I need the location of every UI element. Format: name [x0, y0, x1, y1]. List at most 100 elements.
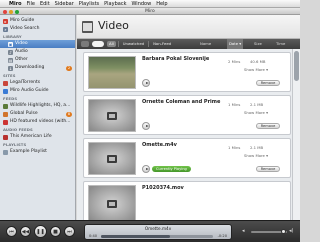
sort-name[interactable]: Name [200, 39, 211, 49]
stop-button[interactable]: ■ [50, 226, 61, 237]
sidebar-item-example-playlist[interactable]: Example Playlist [0, 148, 75, 156]
video-header: Video [77, 15, 300, 39]
sidebar-item-label: Downloading [15, 65, 45, 70]
play-button[interactable] [142, 79, 150, 87]
filter-all[interactable]: All [107, 41, 116, 47]
sidebar-item-video-search[interactable]: ⌕ Video Search [0, 25, 75, 33]
download-icon: ↓ [8, 65, 13, 71]
sidebar-item-audio[interactable]: ♪ Audio [0, 48, 75, 56]
remove-button[interactable]: Remove [256, 80, 280, 86]
video-list-scrollbar[interactable] [292, 49, 300, 220]
filter-divider [117, 41, 119, 47]
film-icon [107, 200, 117, 208]
volume-knob[interactable] [280, 229, 286, 234]
show-more-label: Show More [244, 110, 265, 115]
video-title[interactable]: P1020374.mov [142, 185, 184, 191]
main-content: Video All Unwatched Non-Feed Name Date ▾… [77, 15, 300, 220]
filter-unwatched[interactable]: Unwatched [121, 41, 146, 47]
playlists-heading: PLAYLISTS [3, 142, 27, 147]
sidebar-item-label: Other [15, 57, 28, 62]
volume-high-icon: ◂) [289, 228, 294, 234]
video-thumbnail[interactable] [88, 56, 136, 89]
video-title[interactable]: Omette.m4v [142, 142, 177, 148]
play-button[interactable] [142, 165, 150, 173]
sidebar-item-label: This American Life [10, 134, 52, 139]
previous-icon: ⏮ [9, 229, 14, 235]
sidebar-item-downloading[interactable]: ↓ Downloading 2 [0, 64, 75, 72]
video-item[interactable]: P1020374.mov [83, 181, 291, 220]
sidebar-item-legaltorrents[interactable]: LegalTorrents [0, 79, 75, 87]
video-thumbnail[interactable] [88, 99, 136, 132]
video-item[interactable]: Omette.m4v 1 Mins 2.1 MB Show More ▾ Cur… [83, 138, 291, 178]
remove-button[interactable]: Remove [256, 123, 280, 129]
sites-heading: SITES [3, 73, 16, 78]
global-pulse-count-badge: 8 [66, 111, 72, 117]
show-more-link[interactable]: Show More ▾ [244, 67, 268, 72]
menu-bar: Miro File Edit Sidebar Playlists Playbac… [0, 0, 300, 8]
zoom-window-button[interactable] [15, 9, 19, 14]
sidebar-item-video[interactable]: ▣ Video [0, 40, 75, 48]
minimize-window-button[interactable] [9, 9, 13, 14]
previous-button[interactable]: ⏮ [6, 226, 17, 237]
sidebar-item-label: Video [15, 41, 28, 46]
sidebar-item-this-american-life[interactable]: This American Life [0, 133, 75, 141]
scrollbar-thumb[interactable] [294, 51, 299, 81]
close-window-button[interactable] [3, 9, 7, 14]
menu-sidebar[interactable]: Sidebar [55, 1, 74, 7]
video-thumbnail[interactable] [88, 185, 136, 220]
audio-feeds-heading: AUDIO FEEDS [3, 127, 33, 132]
video-size: 2.1 MB [250, 145, 264, 150]
rewind-button[interactable]: ◀◀ [20, 226, 31, 237]
show-more-link[interactable]: Show More ▾ [244, 153, 268, 158]
filter-toolbar: All Unwatched Non-Feed Name Date ▾ Size … [77, 39, 300, 49]
sidebar-item-miro-guide[interactable]: ▸ Miro Guide [0, 17, 75, 25]
video-thumbnail[interactable] [88, 142, 136, 175]
stop-icon: ■ [53, 229, 58, 235]
sort-time[interactable]: Time [276, 39, 285, 49]
video-title[interactable]: Ornette Coleman and Prime [142, 99, 220, 105]
sidebar-item-miro-audio-guide[interactable]: Miro Audio Guide [0, 87, 75, 95]
window-controls [3, 9, 19, 14]
video-item[interactable]: Barbara Pokal Slovenije 2 Mins 40.6 MB S… [83, 52, 291, 92]
show-more-link[interactable]: Show More ▾ [244, 110, 268, 115]
volume-low-icon: ◂ [242, 228, 245, 234]
play-button[interactable] [142, 122, 150, 130]
sidebar-item-other[interactable]: ▤ Other [0, 56, 75, 64]
audio-feed-icon [3, 134, 8, 140]
sidebar-item-hd-featured-videos[interactable]: HD featured videos (with... [0, 118, 75, 126]
video-duration: 1 Mins [228, 145, 241, 150]
menu-playlists[interactable]: Playlists [79, 1, 99, 7]
video-duration: 2 Mins [228, 59, 241, 64]
sort-date[interactable]: Date ▾ [227, 39, 244, 49]
library-heading: LIBRARY [3, 34, 22, 39]
sidebar-item-wildlife-highlights[interactable]: Wildlife Highlights, HQ, a... [0, 102, 75, 110]
sidebar-item-label: Video Search [10, 26, 40, 31]
next-icon: ⏭ [67, 229, 72, 235]
volume-slider[interactable] [251, 229, 287, 234]
view-toggle-button[interactable] [81, 41, 89, 47]
film-icon [107, 111, 117, 120]
rewind-icon: ◀◀ [21, 229, 30, 235]
site-icon [3, 80, 8, 86]
sort-size[interactable]: Size [254, 39, 262, 49]
next-button[interactable]: ⏭ [64, 226, 75, 237]
menu-edit[interactable]: Edit [40, 1, 50, 7]
site-icon [3, 88, 8, 94]
menu-file[interactable]: File [27, 1, 35, 7]
sidebar-item-label: Miro Guide [10, 18, 35, 23]
video-title[interactable]: Barbara Pokal Slovenije [142, 56, 209, 62]
pause-button[interactable]: ❚❚ [34, 225, 47, 238]
menu-playback[interactable]: Playback [104, 1, 126, 7]
filter-non-feed[interactable]: Non-Feed [151, 41, 173, 47]
menu-miro[interactable]: Miro [9, 1, 22, 7]
search-input[interactable] [92, 41, 104, 47]
menu-help[interactable]: Help [156, 1, 167, 7]
menu-window[interactable]: Window [131, 1, 151, 7]
sidebar: ▸ Miro Guide ⌕ Video Search LIBRARY ▣ Vi… [0, 15, 76, 220]
show-more-label: Show More [244, 67, 265, 72]
video-duration: 1 Mins [228, 102, 241, 107]
progress-slider[interactable] [101, 235, 213, 238]
remove-button[interactable]: Remove [256, 166, 280, 172]
sidebar-item-global-pulse[interactable]: Global Pulse 8 [0, 110, 75, 118]
video-item[interactable]: Ornette Coleman and Prime 1 Mins 2.1 MB … [83, 95, 291, 135]
